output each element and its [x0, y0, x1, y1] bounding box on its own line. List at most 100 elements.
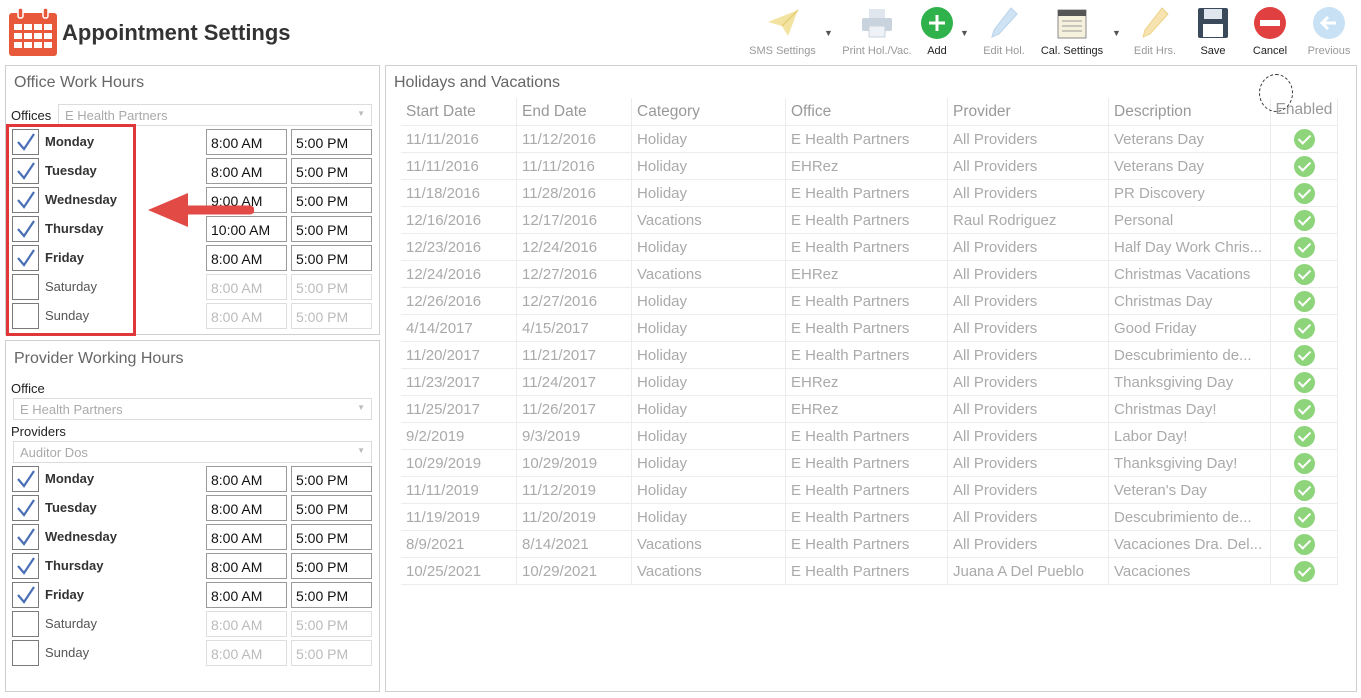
table-cell: 11/20/2017: [401, 342, 517, 368]
end-time-input[interactable]: 5:00 PM: [291, 158, 372, 184]
end-time-input[interactable]: 5:00 PM: [291, 245, 372, 271]
start-time-input[interactable]: 8:00 AM: [206, 158, 287, 184]
enabled-cell[interactable]: [1271, 261, 1338, 287]
table-cell: Vacations: [632, 261, 786, 287]
table-cell: Good Friday: [1109, 315, 1271, 341]
enabled-cell[interactable]: [1271, 207, 1338, 233]
end-time-input[interactable]: 5:00 PM: [291, 524, 372, 550]
table-row[interactable]: 11/23/2017 11/24/2017 Holiday EHRez All Prov…: [401, 369, 1338, 396]
offices-select[interactable]: E Health Partners ▼: [58, 104, 372, 126]
edit-hrs-button[interactable]: Edit Hrs.: [1130, 4, 1180, 62]
table-row[interactable]: 12/16/2016 12/17/2016 Vacations E Health Pa…: [401, 207, 1338, 234]
day-checkbox[interactable]: [12, 640, 39, 666]
chevron-down-icon[interactable]: ▼: [1112, 28, 1121, 38]
end-time-input[interactable]: 5:00 PM: [291, 495, 372, 521]
end-time-input[interactable]: 5:00 PM: [291, 582, 372, 608]
start-time-input[interactable]: 8:00 AM: [206, 466, 287, 492]
cal-settings-button[interactable]: Cal. Settings ▼: [1035, 4, 1121, 62]
end-time-input[interactable]: 5:00 PM: [291, 187, 372, 213]
save-button[interactable]: Save: [1193, 4, 1233, 62]
print-hol-vac-button[interactable]: Print Hol./Vac.: [838, 4, 916, 62]
day-checkbox[interactable]: [12, 466, 39, 492]
column-header[interactable]: Office: [786, 98, 948, 125]
cancel-button[interactable]: Cancel: [1248, 4, 1292, 62]
add-button[interactable]: Add ▼: [918, 4, 969, 62]
table-row[interactable]: 12/24/2016 12/27/2016 Vacations EHRez All Pr…: [401, 261, 1338, 288]
start-time-input[interactable]: 8:00 AM: [206, 495, 287, 521]
end-time-input[interactable]: 5:00 PM: [291, 640, 372, 666]
day-row: Thursday 8:00 AM 5:00 PM: [12, 553, 372, 579]
column-header[interactable]: Description: [1109, 98, 1271, 125]
start-time-input[interactable]: 8:00 AM: [206, 611, 287, 637]
start-time-input[interactable]: 8:00 AM: [206, 582, 287, 608]
enabled-cell[interactable]: [1271, 234, 1338, 260]
table-cell: 11/18/2016: [401, 180, 517, 206]
day-checkbox[interactable]: [12, 582, 39, 608]
enabled-cell[interactable]: [1271, 180, 1338, 206]
start-time-input[interactable]: 8:00 AM: [206, 524, 287, 550]
end-time-input[interactable]: 5:00 PM: [291, 553, 372, 579]
table-row[interactable]: 12/23/2016 12/24/2016 Holiday E Health Part…: [401, 234, 1338, 261]
end-time-input[interactable]: 5:00 PM: [291, 611, 372, 637]
table-row[interactable]: 11/25/2017 11/26/2017 Holiday EHRez All Prov…: [401, 396, 1338, 423]
table-row[interactable]: 10/29/2019 10/29/2019 Holiday E Health Part…: [401, 450, 1338, 477]
enabled-cell[interactable]: [1271, 315, 1338, 341]
start-time-input[interactable]: 8:00 AM: [206, 640, 287, 666]
checkmark-icon: [17, 528, 35, 546]
start-time-input[interactable]: 8:00 AM: [206, 129, 287, 155]
day-checkbox[interactable]: [12, 524, 39, 550]
table-row[interactable]: 9/2/2019 9/3/2019 Holiday E Health Partners…: [401, 423, 1338, 450]
table-row[interactable]: 4/14/2017 4/15/2017 Holiday E Health Partne…: [401, 315, 1338, 342]
end-time-input[interactable]: 5:00 PM: [291, 466, 372, 492]
table-row[interactable]: 11/11/2019 11/12/2019 Holiday E Health Part…: [401, 477, 1338, 504]
enabled-cell[interactable]: [1271, 369, 1338, 395]
start-time-input[interactable]: 8:00 AM: [206, 553, 287, 579]
printer-icon: [862, 9, 892, 38]
column-header[interactable]: Start Date: [401, 98, 517, 125]
table-row[interactable]: 11/11/2016 11/11/2016 Holiday EHRez All Prov…: [401, 153, 1338, 180]
chevron-down-icon[interactable]: ▼: [824, 28, 833, 38]
enabled-cell[interactable]: [1271, 450, 1338, 476]
table-cell: Holiday: [632, 504, 786, 530]
chevron-down-icon[interactable]: ▼: [960, 28, 969, 38]
enabled-cell[interactable]: [1271, 477, 1338, 503]
enabled-check-icon: [1293, 480, 1315, 501]
providers-select[interactable]: Auditor Dos ▼: [13, 441, 372, 463]
day-checkbox[interactable]: [12, 611, 39, 637]
column-header[interactable]: Provider: [948, 98, 1109, 125]
end-time-input[interactable]: 5:00 PM: [291, 216, 372, 242]
day-checkbox[interactable]: [12, 553, 39, 579]
table-row[interactable]: 10/25/2021 10/29/2021 Vacations E Health Pa…: [401, 558, 1338, 585]
table-cell: Half Day Work Chris...: [1109, 234, 1271, 260]
start-time-input[interactable]: 8:00 AM: [206, 274, 287, 300]
enabled-cell[interactable]: [1271, 342, 1338, 368]
table-row[interactable]: 11/18/2016 11/28/2016 Holiday E Health Part…: [401, 180, 1338, 207]
enabled-cell[interactable]: [1271, 288, 1338, 314]
office-select[interactable]: E Health Partners ▼: [13, 398, 372, 420]
edit-hol-button[interactable]: Edit Hol.: [980, 4, 1028, 62]
previous-button[interactable]: Previous: [1303, 4, 1355, 62]
start-time-input[interactable]: 8:00 AM: [206, 303, 287, 329]
end-time-input[interactable]: 5:00 PM: [291, 303, 372, 329]
enabled-cell[interactable]: [1271, 423, 1338, 449]
table-row[interactable]: 12/26/2016 12/27/2016 Holiday E Health Part…: [401, 288, 1338, 315]
end-time-input[interactable]: 5:00 PM: [291, 274, 372, 300]
day-checkbox[interactable]: [12, 495, 39, 521]
column-header[interactable]: End Date: [517, 98, 632, 125]
table-cell: E Health Partners: [786, 288, 948, 314]
enabled-cell[interactable]: [1271, 396, 1338, 422]
enabled-cell[interactable]: [1271, 504, 1338, 530]
column-header[interactable]: Category: [632, 98, 786, 125]
sms-settings-button[interactable]: SMS Settings ▼: [745, 4, 833, 62]
table-cell: E Health Partners: [786, 504, 948, 530]
enabled-cell[interactable]: [1271, 558, 1338, 584]
start-time-input[interactable]: 8:00 AM: [206, 245, 287, 271]
table-row[interactable]: 8/9/2021 8/14/2021 Vacations E Health Partn…: [401, 531, 1338, 558]
end-time-input[interactable]: 5:00 PM: [291, 129, 372, 155]
enabled-cell[interactable]: [1271, 531, 1338, 557]
table-row[interactable]: 11/20/2017 11/21/2017 Holiday E Health Part…: [401, 342, 1338, 369]
table-row[interactable]: 11/11/2016 11/12/2016 Holiday E Health Part…: [401, 126, 1338, 153]
table-row[interactable]: 11/19/2019 11/20/2019 Holiday E Health Part…: [401, 504, 1338, 531]
enabled-cell[interactable]: [1271, 153, 1338, 179]
enabled-cell[interactable]: [1271, 126, 1338, 152]
